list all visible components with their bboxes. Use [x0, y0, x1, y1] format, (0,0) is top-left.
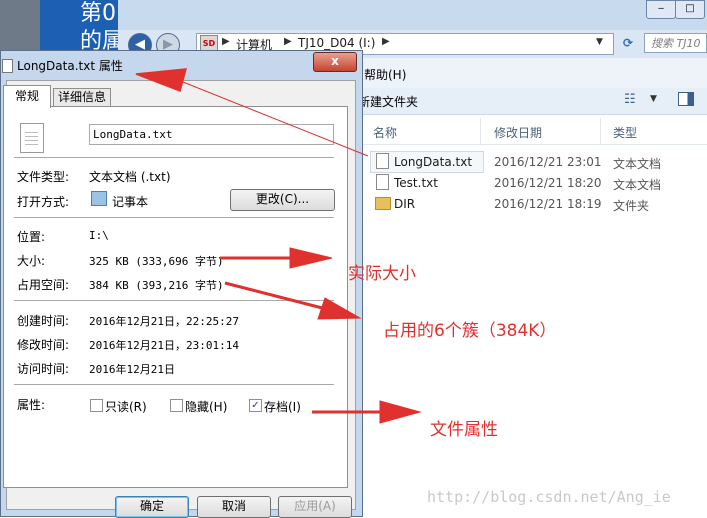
arrow-title-to-file: [135, 68, 369, 157]
annotation-clusters: 占用的6个簇（384K）: [383, 321, 557, 341]
annotation-actual-size: 实际大小: [348, 264, 416, 284]
annotation-file-attributes: 文件属性: [430, 420, 498, 440]
arrow-attributes: [312, 400, 422, 424]
arrow-actual-size: [220, 247, 333, 269]
arrow-disk-size: [224, 281, 362, 320]
watermark: http://blog.csdn.net/Ang_ie: [427, 488, 671, 506]
